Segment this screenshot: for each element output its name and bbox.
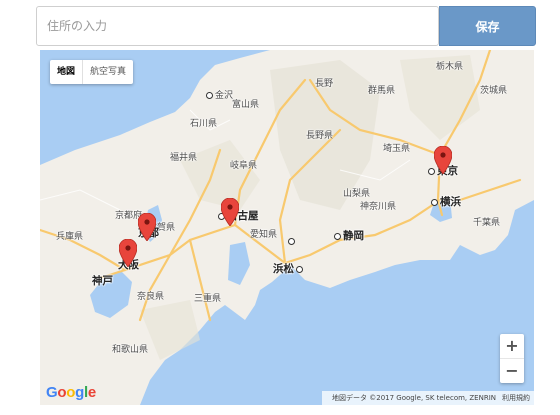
map-label: 岐阜県 bbox=[230, 161, 258, 171]
map-label: 三重県 bbox=[194, 294, 222, 304]
map-attribution: 地図データ ©2017 Google, SK telecom, ZENRIN 利用… bbox=[322, 391, 534, 405]
map-label: 長野 bbox=[315, 79, 334, 89]
map-label: 和歌山県 bbox=[112, 345, 149, 355]
google-logo: Google bbox=[46, 384, 96, 401]
map-view[interactable]: 地図 航空写真 金沢 富山県 長野 群馬県 栃木県 茨城県 石川県 長野県 福井… bbox=[40, 50, 534, 405]
map-marker-osaka[interactable] bbox=[119, 239, 137, 267]
map-label: 山梨県 bbox=[343, 189, 371, 199]
map-type-roadmap[interactable]: 地図 bbox=[50, 60, 82, 84]
map-marker-kyoto[interactable] bbox=[138, 213, 156, 241]
logo-letter: e bbox=[87, 384, 96, 401]
city-dot bbox=[334, 232, 341, 240]
logo-letter: o bbox=[66, 384, 76, 401]
zoom-in-button[interactable]: + bbox=[500, 334, 524, 358]
city-dot bbox=[206, 92, 213, 99]
zoom-out-button[interactable]: − bbox=[500, 358, 524, 383]
city-label-kobe: 神戸 bbox=[92, 275, 113, 287]
save-button[interactable]: 保存 bbox=[439, 6, 536, 46]
map-label: 福井県 bbox=[170, 153, 198, 163]
address-bar: 保存 bbox=[36, 6, 536, 46]
map-label: 愛知県 bbox=[250, 230, 278, 240]
city-label-yokohama: 横浜 bbox=[431, 197, 461, 208]
map-label: 富山県 bbox=[232, 100, 260, 110]
map-label: 奈良県 bbox=[137, 292, 165, 302]
attribution-text: 地図データ ©2017 Google, SK telecom, ZENRIN bbox=[332, 394, 496, 402]
address-input[interactable] bbox=[36, 6, 439, 46]
city-label-hamamatsu: 浜松 bbox=[273, 264, 305, 275]
logo-letter: g bbox=[75, 384, 84, 401]
map-label: 兵庫県 bbox=[56, 232, 84, 242]
logo-letter: G bbox=[46, 384, 58, 401]
city-dot bbox=[296, 265, 303, 273]
map-label: 茨城県 bbox=[480, 86, 508, 96]
map-label: 埼玉県 bbox=[383, 144, 411, 154]
city-label-shizuoka: 静岡 bbox=[334, 231, 364, 242]
map-label: 群馬県 bbox=[368, 86, 396, 96]
city-dot bbox=[431, 198, 438, 206]
city-dot bbox=[288, 238, 295, 245]
map-marker-nagoya[interactable] bbox=[221, 198, 239, 226]
map-label bbox=[288, 238, 297, 247]
terms-link[interactable]: 利用規約 bbox=[502, 394, 530, 402]
map-type-control: 地図 航空写真 bbox=[50, 60, 134, 84]
map-label: 金沢 bbox=[206, 92, 233, 101]
logo-letter: o bbox=[57, 384, 67, 401]
map-marker-tokyo[interactable] bbox=[434, 146, 452, 174]
map-label: 神奈川県 bbox=[360, 202, 397, 212]
map-label: 千葉県 bbox=[473, 218, 501, 228]
map-label: 石川県 bbox=[190, 119, 218, 129]
zoom-control: + − bbox=[500, 334, 524, 383]
map-label: 長野県 bbox=[306, 131, 334, 141]
map-type-satellite[interactable]: 航空写真 bbox=[82, 60, 133, 84]
map-label: 栃木県 bbox=[436, 62, 464, 72]
